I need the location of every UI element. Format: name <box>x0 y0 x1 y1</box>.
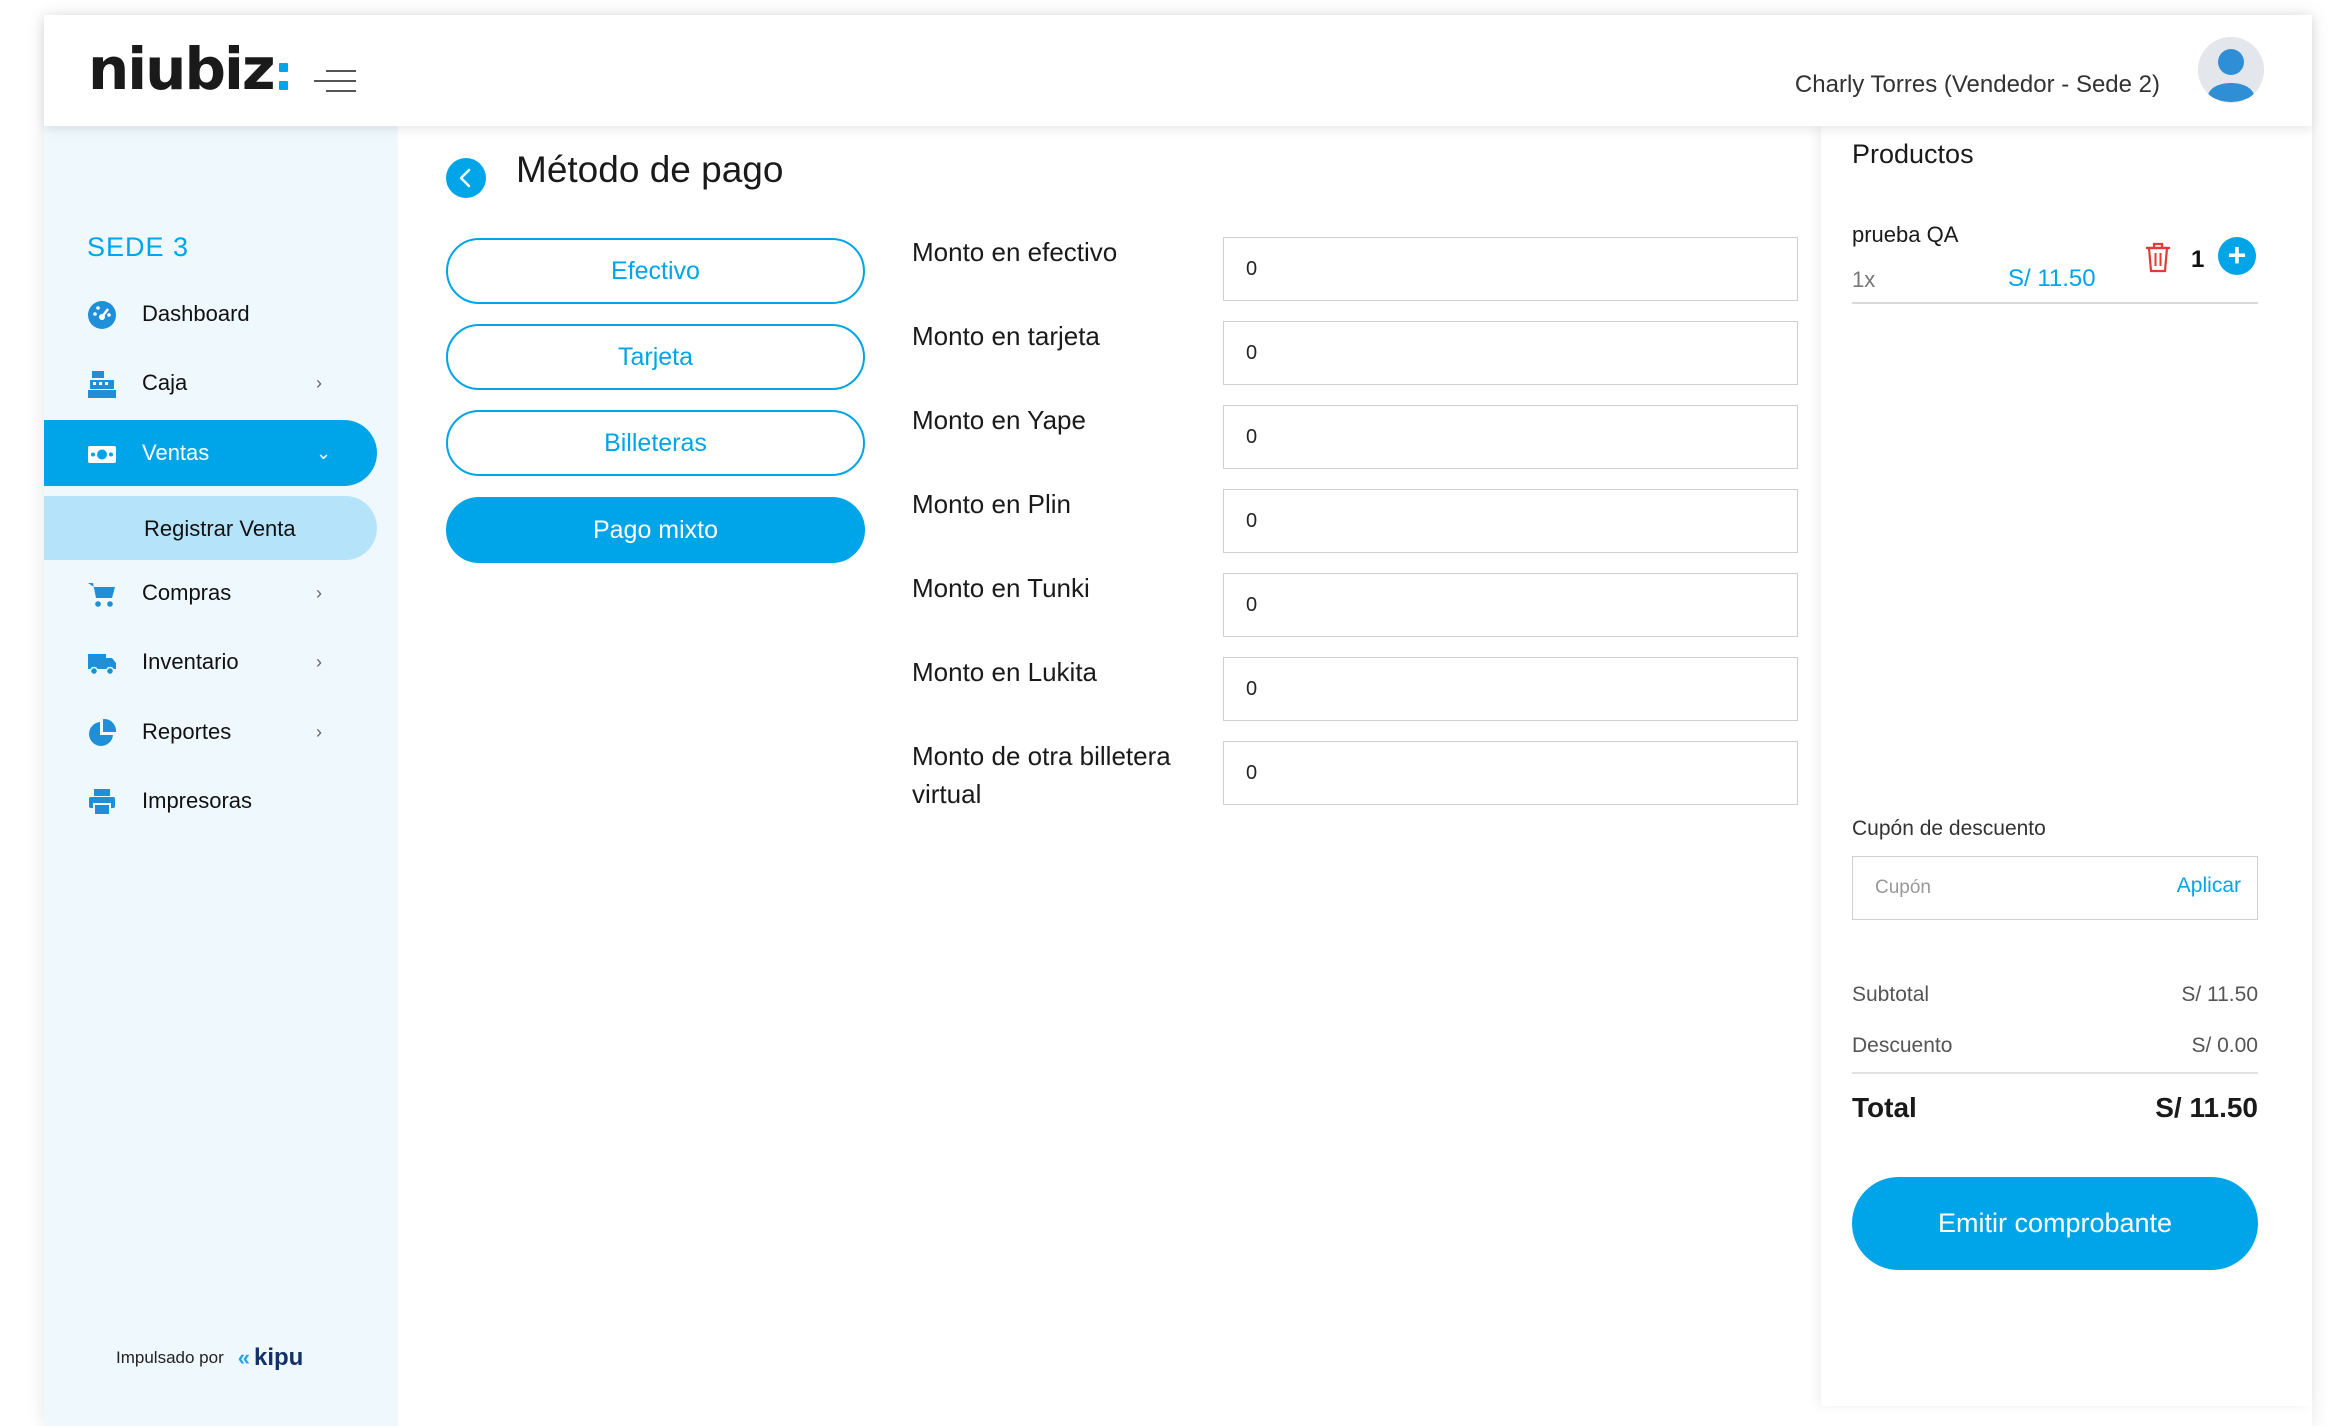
kipu-brand: kipu <box>253 1344 304 1371</box>
sidebar-item-caja[interactable]: Caja › <box>44 350 377 416</box>
page-title: Método de pago <box>516 149 784 190</box>
method-tarjeta-button[interactable]: Tarjeta <box>446 324 865 390</box>
dashboard-icon <box>88 301 116 329</box>
sidebar-item-label: Reportes <box>142 719 232 744</box>
sidebar: SEDE 3 Dashboard Caja › Ventas ⌄ Registr… <box>44 126 398 1426</box>
truck-icon <box>88 654 116 676</box>
subtotal-label: Subtotal <box>1852 983 1930 1006</box>
chevron-left-icon <box>459 168 471 188</box>
amount-lukita-input[interactable] <box>1223 657 1798 721</box>
chevron-right-icon: › <box>316 721 322 742</box>
method-efectivo-button[interactable]: Efectivo <box>446 238 865 304</box>
chevron-down-icon: ⌄ <box>316 442 332 463</box>
sidebar-item-ventas[interactable]: Ventas ⌄ <box>44 420 377 486</box>
coupon-input[interactable] <box>1853 857 2143 918</box>
sidebar-item-reportes[interactable]: Reportes › <box>44 699 377 765</box>
amount-yape-input[interactable] <box>1223 405 1798 469</box>
coupon-field: Aplicar <box>1852 856 2258 920</box>
sidebar-subitem-registrar-venta[interactable]: Registrar Venta <box>44 496 377 560</box>
user-label: Charly Torres (Vendedor - Sede 2) <box>1794 71 2160 98</box>
discount-value: S/ 0.00 <box>2191 1034 2258 1057</box>
apply-coupon-button[interactable]: Aplicar <box>2177 874 2241 898</box>
trash-icon[interactable] <box>2143 240 2173 274</box>
printer-icon <box>89 789 115 816</box>
kipu-mark-icon: « <box>237 1345 250 1370</box>
menu-toggle-icon[interactable] <box>312 70 356 96</box>
kipu-logo: « kipu <box>238 1344 304 1372</box>
product-divider <box>1852 302 2258 304</box>
sidebar-item-inventario[interactable]: Inventario › <box>44 629 377 695</box>
pie-chart-icon <box>89 718 117 746</box>
subtotal-value: S/ 11.50 <box>2181 983 2258 1006</box>
discount-label: Descuento <box>1852 1034 1953 1057</box>
method-pago-mixto-button[interactable]: Pago mixto <box>446 497 865 563</box>
product-qty: 1x <box>1852 267 1876 292</box>
top-header: niubiz Charly Torres (Vendedor - Sede 2) <box>44 15 2312 126</box>
product-name: prueba QA <box>1852 222 1959 247</box>
back-button[interactable] <box>446 158 486 198</box>
sidebar-item-dashboard[interactable]: Dashboard <box>44 281 377 347</box>
amount-plin-input[interactable] <box>1223 489 1798 553</box>
amount-other-wallet-label: Monto de otra billetera virtual <box>912 741 1171 809</box>
avatar[interactable] <box>2198 37 2264 103</box>
logo-colon-mark <box>278 62 288 90</box>
sede-title: SEDE 3 <box>87 232 190 262</box>
amount-card-label: Monto en tarjeta <box>912 321 1100 351</box>
plus-icon: + <box>2227 237 2247 273</box>
total-label: Total <box>1852 1092 1917 1123</box>
chevron-right-icon: › <box>316 372 322 393</box>
amount-plin-label: Monto en Plin <box>912 489 1071 519</box>
sidebar-item-label: Inventario <box>142 649 239 674</box>
amount-lukita-label: Monto en Lukita <box>912 657 1098 687</box>
chevron-right-icon: › <box>316 651 322 672</box>
amount-card-input[interactable] <box>1223 321 1798 385</box>
sidebar-item-impresoras[interactable]: Impresoras <box>44 768 377 834</box>
product-count: 1 <box>2191 246 2205 273</box>
sidebar-item-label: Compras <box>142 580 232 605</box>
summary-divider <box>1852 1072 2258 1074</box>
cart-title: Productos <box>1852 139 1974 169</box>
amount-tunki-input[interactable] <box>1223 573 1798 637</box>
cart-panel: Productos prueba QA 1x S/ 11.50 1 + Cupó… <box>1821 126 2312 1406</box>
amount-tunki-label: Monto en Tunki <box>912 573 1090 603</box>
sidebar-item-label: Dashboard <box>142 301 250 326</box>
cash-register-icon <box>88 371 116 398</box>
brand-name: niubiz <box>88 35 276 103</box>
user-avatar-icon <box>2198 37 2264 103</box>
powered-by: Impulsado por « kipu <box>116 1344 303 1372</box>
sidebar-item-label: Caja <box>142 370 188 395</box>
emit-receipt-button[interactable]: Emitir comprobante <box>1852 1177 2258 1270</box>
sidebar-item-compras[interactable]: Compras › <box>44 560 377 626</box>
amount-cash-input[interactable] <box>1223 237 1798 301</box>
powered-by-text: Impulsado por <box>116 1348 224 1367</box>
total-value: S/ 11.50 <box>2155 1092 2258 1123</box>
app-window: niubiz Charly Torres (Vendedor - Sede 2)… <box>44 15 2312 1426</box>
chevron-right-icon: › <box>316 582 322 603</box>
sidebar-item-label: Impresoras <box>142 788 253 813</box>
coupon-label: Cupón de descuento <box>1852 817 2046 840</box>
sidebar-item-label: Ventas <box>142 440 210 465</box>
method-billeteras-button[interactable]: Billeteras <box>446 410 865 476</box>
amount-cash-label: Monto en efectivo <box>912 237 1118 267</box>
money-icon <box>88 446 116 463</box>
niubiz-logo: niubiz <box>88 39 288 99</box>
amount-yape-label: Monto en Yape <box>912 405 1086 435</box>
amount-other-wallet-input[interactable] <box>1223 741 1798 805</box>
sidebar-subitem-label: Registrar Venta <box>144 516 296 541</box>
cart-icon <box>88 583 115 607</box>
increase-quantity-button[interactable]: + <box>2218 237 2256 275</box>
product-price: S/ 11.50 <box>2008 265 2096 292</box>
